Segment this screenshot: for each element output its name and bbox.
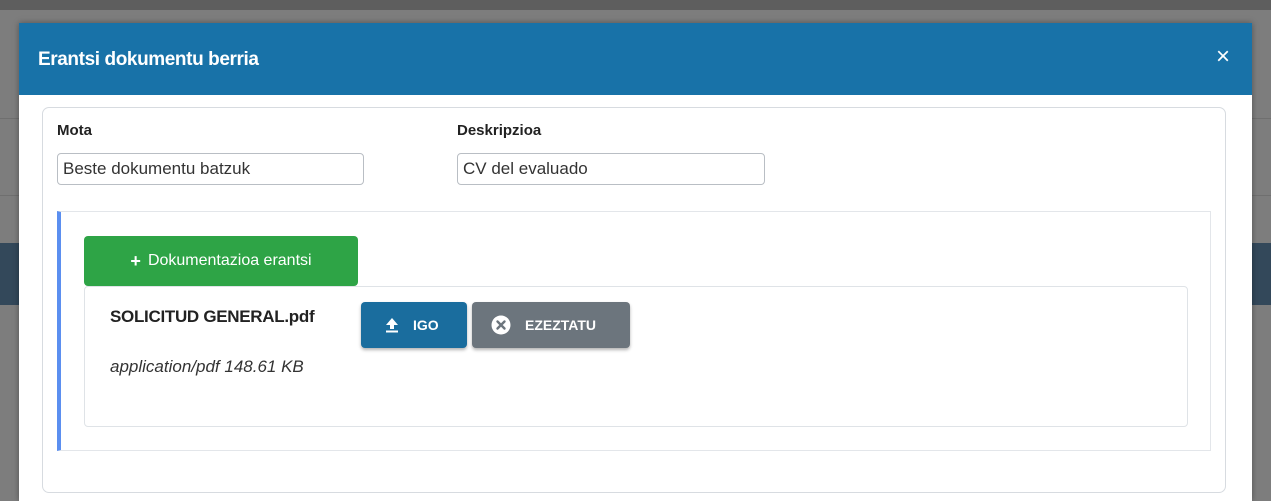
upload-label: IGO (413, 317, 439, 333)
add-documentation-label: Dokumentazioa erantsi (147, 252, 312, 269)
description-field[interactable] (457, 153, 765, 185)
add-documentation-button[interactable]: + Dokumentazioa erantsi (84, 236, 358, 286)
attach-document-modal: Erantsi dokumentu berria × Mota Deskripz… (19, 23, 1252, 501)
cancel-circle-icon (491, 315, 511, 335)
upload-icon (385, 317, 399, 333)
backdrop-top-bar (0, 0, 1271, 10)
attachments-panel: + Dokumentazioa erantsi SOLICITUD GENERA… (57, 211, 1211, 451)
plus-icon: + (130, 250, 141, 271)
file-name: SOLICITUD GENERAL.pdf (110, 307, 315, 326)
modal-title: Erantsi dokumentu berria (38, 49, 259, 70)
type-label: Mota (57, 122, 92, 139)
modal-header: Erantsi dokumentu berria × (19, 23, 1252, 95)
cancel-label: EZEZTATU (525, 317, 597, 333)
file-item: SOLICITUD GENERAL.pdf application/pdf 14… (84, 286, 1188, 427)
description-label: Deskripzioa (457, 122, 542, 139)
file-meta: application/pdf 148.61 KB (110, 357, 304, 376)
type-field[interactable] (57, 153, 364, 185)
form-card: Mota Deskripzioa + Dokumentazioa erantsi… (42, 107, 1226, 493)
cancel-button[interactable]: EZEZTATU (472, 302, 630, 348)
upload-button[interactable]: IGO (361, 302, 467, 348)
close-button[interactable]: × (1216, 45, 1230, 69)
